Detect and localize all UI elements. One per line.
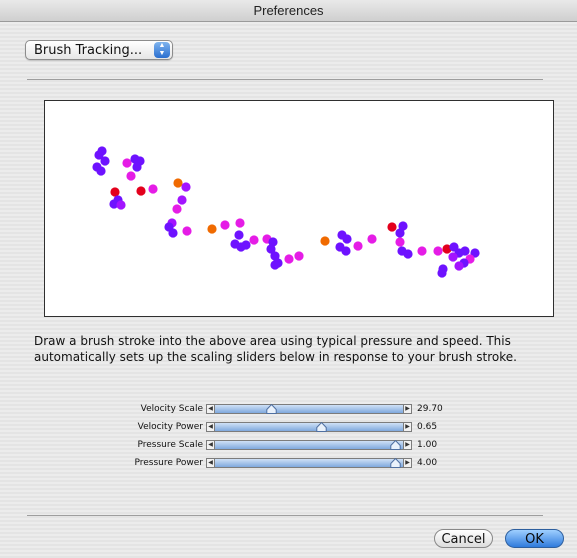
stroke-dot: [454, 261, 464, 271]
slider-thumb-icon[interactable]: [316, 422, 327, 432]
popup-label: Brush Tracking...: [34, 43, 143, 58]
stroke-dot: [136, 186, 146, 196]
velocity-scale-slider[interactable]: ◀ ▶: [206, 404, 412, 414]
stroke-dot: [320, 236, 330, 246]
pressure-scale-slider[interactable]: ◀ ▶: [206, 440, 412, 450]
velocity-scale-value: 29.70: [417, 404, 443, 414]
slider-row-pressure-scale: Pressure Scale ◀ ▶ 1.00: [0, 438, 577, 452]
instructions-line-1: Draw a brush stroke into the above area …: [34, 334, 511, 348]
preferences-content: Brush Tracking... ▲ ▼ Draw a brush stroke…: [0, 22, 577, 558]
slider-right-arrow-icon[interactable]: ▶: [403, 440, 412, 450]
stroke-dot: [395, 237, 405, 247]
stroke-dot: [353, 241, 363, 251]
brush-stroke-canvas[interactable]: [44, 100, 554, 317]
pressure-power-value: 4.00: [417, 458, 438, 468]
stroke-dot: [110, 187, 120, 197]
stroke-dot: [460, 246, 470, 256]
stroke-dot: [387, 222, 397, 232]
velocity-scale-label: Velocity Scale: [140, 404, 203, 414]
cancel-button[interactable]: Cancel: [434, 529, 493, 548]
stroke-dot: [448, 252, 458, 262]
stroke-dot: [172, 204, 182, 214]
slider-left-arrow-icon[interactable]: ◀: [206, 458, 215, 468]
stroke-dot: [207, 224, 217, 234]
velocity-power-label: Velocity Power: [137, 422, 203, 432]
slider-row-pressure-power: Pressure Power ◀ ▶ 4.00: [0, 456, 577, 470]
stroke-dot: [342, 234, 352, 244]
stroke-dot: [234, 230, 244, 240]
slider-thumb-icon[interactable]: [390, 458, 402, 468]
brush-stroke-svg: [92, 146, 480, 278]
brush-tracking-popup[interactable]: Brush Tracking... ▲ ▼: [25, 40, 173, 60]
stroke-dot: [181, 182, 191, 192]
window-titlebar: Preferences: [0, 0, 577, 22]
stroke-dot: [100, 156, 110, 166]
stroke-dot: [182, 226, 192, 236]
stroke-dot: [403, 249, 413, 259]
slider-right-arrow-icon[interactable]: ▶: [403, 458, 412, 468]
stroke-dot: [270, 260, 280, 270]
slider-right-arrow-icon[interactable]: ▶: [403, 422, 412, 432]
brush-stroke-trail: [92, 146, 480, 278]
velocity-power-slider[interactable]: ◀ ▶: [206, 422, 412, 432]
stroke-dot: [168, 228, 178, 238]
velocity-power-value: 0.65: [417, 422, 438, 432]
slider-right-arrow-icon[interactable]: ▶: [403, 404, 412, 414]
slider-row-velocity-power: Velocity Power ◀ ▶ 0.65: [0, 420, 577, 434]
slider-left-arrow-icon[interactable]: ◀: [206, 404, 215, 414]
pressure-scale-value: 1.00: [417, 440, 438, 450]
stroke-dot: [284, 254, 294, 264]
stroke-dot: [395, 228, 405, 238]
stroke-dot: [148, 184, 158, 194]
stroke-dot: [249, 235, 259, 245]
stroke-dot: [417, 246, 427, 256]
stroke-dot: [433, 246, 443, 256]
stroke-dot: [235, 218, 245, 228]
pressure-scale-label: Pressure Scale: [137, 440, 203, 450]
pressure-power-label: Pressure Power: [134, 458, 203, 468]
stroke-dot: [96, 166, 106, 176]
stroke-dot: [294, 251, 304, 261]
stroke-dot: [177, 195, 187, 205]
ok-button[interactable]: OK: [505, 529, 564, 548]
stroke-dot: [341, 246, 351, 256]
slider-row-velocity-scale: Velocity Scale ◀ ▶ 29.70: [0, 402, 577, 416]
slider-thumb-icon[interactable]: [266, 404, 277, 414]
bottom-divider: [27, 515, 543, 516]
stroke-dot: [367, 234, 377, 244]
instructions-line-2: automatically sets up the scaling slider…: [34, 350, 517, 364]
top-divider: [27, 79, 543, 80]
slider-thumb-icon[interactable]: [390, 440, 402, 450]
window-title: Preferences: [253, 3, 324, 18]
stroke-dot: [220, 220, 230, 230]
stroke-dot: [173, 178, 183, 188]
stroke-dot: [241, 240, 251, 250]
pressure-power-slider[interactable]: ◀ ▶: [206, 458, 412, 468]
stroke-dot: [126, 171, 136, 181]
stroke-dot: [437, 268, 447, 278]
up-down-arrows-icon: ▲ ▼: [154, 42, 170, 58]
stroke-dot: [122, 158, 132, 168]
stroke-dot: [132, 162, 142, 172]
slider-left-arrow-icon[interactable]: ◀: [206, 440, 215, 450]
instructions-text: Draw a brush stroke into the above area …: [34, 333, 554, 365]
stroke-dot: [116, 200, 126, 210]
slider-left-arrow-icon[interactable]: ◀: [206, 422, 215, 432]
